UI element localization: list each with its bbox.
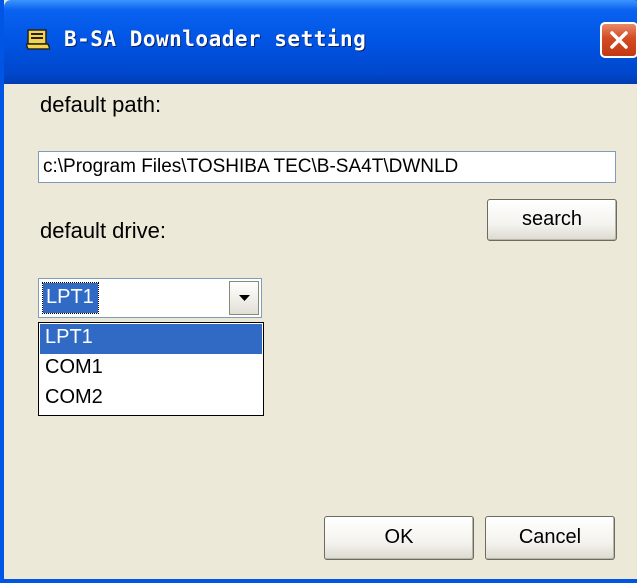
dialog-body: default path: c:\Program Files\TOSHIBA T… [8, 84, 637, 579]
window-title: B-SA Downloader setting [64, 27, 367, 51]
title-bar[interactable]: B-SA Downloader setting [4, 0, 637, 84]
default-drive-label: default drive: [40, 218, 166, 243]
default-path-label: default path: [40, 92, 162, 117]
ok-button[interactable]: OK [324, 516, 474, 560]
drive-select[interactable]: LPT1 [38, 278, 262, 318]
drive-option-com1[interactable]: COM1 [40, 354, 262, 384]
close-icon [610, 31, 628, 49]
app-icon [26, 29, 50, 50]
drive-options-list: LPT1 COM1 COM2 [38, 322, 264, 416]
drive-option-lpt1[interactable]: LPT1 [40, 324, 262, 354]
search-button[interactable]: search [487, 199, 617, 241]
cancel-button[interactable]: Cancel [485, 516, 615, 560]
default-path-input[interactable]: c:\Program Files\TOSHIBA TEC\B-SA4T\DWNL… [38, 151, 616, 183]
drive-option-com2[interactable]: COM2 [40, 384, 262, 414]
chevron-down-icon [239, 295, 250, 301]
drive-select-value: LPT1 [42, 282, 99, 314]
dropdown-arrow-button[interactable] [229, 281, 259, 315]
close-button[interactable] [600, 22, 637, 58]
settings-dialog: B-SA Downloader setting default path: c:… [0, 0, 637, 583]
